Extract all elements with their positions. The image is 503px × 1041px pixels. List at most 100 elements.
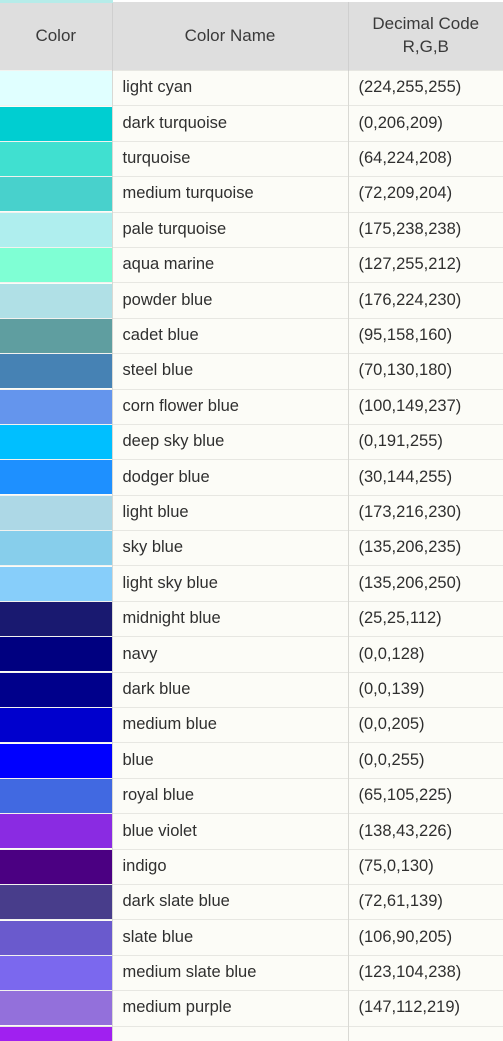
table-body: light cyan (224,255,255) dark turquoise (0,… xyxy=(0,69,503,1041)
color-swatch-cell xyxy=(0,69,113,106)
color-name-cell: medium turquoise xyxy=(112,176,349,213)
color-swatch xyxy=(0,177,111,212)
color-swatch xyxy=(0,460,111,495)
color-name-cell: turquoise xyxy=(112,140,349,177)
color-swatch xyxy=(0,425,111,460)
color-name-cell: medium slate blue xyxy=(112,954,349,991)
decimal-code-cell: (135,206,250) xyxy=(348,565,503,602)
color-name-cell: steel blue xyxy=(112,353,349,390)
table-row: light sky blue (135,206,250) xyxy=(0,565,503,602)
table-row: blue violet (138,43,226) xyxy=(0,813,503,850)
color-swatch-cell xyxy=(0,707,113,743)
color-swatch-cell xyxy=(0,211,113,248)
table-row: medium slate blue (123,104,238) xyxy=(0,954,503,991)
color-swatch xyxy=(0,566,111,601)
color-name-cell: pale turquoise xyxy=(112,211,349,248)
color-swatch-cell xyxy=(0,246,113,283)
color-swatch-cell xyxy=(0,1025,113,1041)
color-swatch xyxy=(0,673,111,707)
table-row: steel blue (70,130,180) xyxy=(0,353,503,390)
decimal-code-cell: (75,0,130) xyxy=(348,848,503,885)
color-swatch xyxy=(0,283,111,318)
decimal-code-cell: (65,105,225) xyxy=(348,777,503,814)
column-header-decimal-code: Decimal Code R,G,B xyxy=(348,1,503,71)
color-swatch-cell xyxy=(0,848,113,885)
color-swatch-cell xyxy=(0,883,113,920)
column-header-color-name: Color Name xyxy=(112,1,349,71)
color-swatch-cell xyxy=(0,990,113,1027)
color-name-cell: light sky blue xyxy=(112,565,349,602)
color-name-cell: blue violet xyxy=(112,813,349,850)
color-name-cell: corn flower blue xyxy=(112,388,349,425)
color-swatch-cell xyxy=(0,317,113,354)
decimal-code-cell: (0,0,205) xyxy=(348,707,503,743)
decimal-code-cell: (0,0,255) xyxy=(348,742,503,779)
decimal-code-cell: (173,216,230) xyxy=(348,494,503,531)
color-swatch xyxy=(0,106,111,141)
color-swatch-cell xyxy=(0,636,113,673)
color-name-cell xyxy=(112,1025,349,1041)
color-swatch-cell xyxy=(0,353,113,390)
color-name-cell: light blue xyxy=(112,494,349,531)
color-swatch xyxy=(0,637,111,672)
color-name-cell: midnight blue xyxy=(112,600,349,637)
color-swatch xyxy=(0,248,111,283)
color-reference-table: Color Color Name Decimal Code R,G,B ligh… xyxy=(0,0,503,1041)
color-swatch-cell xyxy=(0,919,113,956)
decimal-code-cell: (64,224,208) xyxy=(348,140,503,177)
color-swatch xyxy=(0,885,111,920)
color-name-cell: dark turquoise xyxy=(112,105,349,142)
color-swatch-cell xyxy=(0,140,113,177)
decimal-code-cell: (95,158,160) xyxy=(348,317,503,354)
decimal-code-cell: (123,104,238) xyxy=(348,954,503,991)
color-swatch-cell xyxy=(0,954,113,991)
color-swatch xyxy=(0,1027,111,1041)
color-swatch xyxy=(0,390,111,424)
table-row: medium purple (147,112,219) xyxy=(0,990,503,1027)
decimal-code-cell: (72,61,139) xyxy=(348,883,503,920)
color-swatch xyxy=(0,213,111,247)
header-row: Color Color Name Decimal Code R,G,B xyxy=(0,0,503,71)
color-swatch xyxy=(0,602,111,637)
table-row: corn flower blue (100,149,237) xyxy=(0,388,503,425)
color-swatch xyxy=(0,71,111,106)
color-swatch-cell xyxy=(0,282,113,319)
decimal-code-cell: (72,209,204) xyxy=(348,176,503,213)
color-name-cell: indigo xyxy=(112,848,349,885)
color-swatch-cell xyxy=(0,671,113,708)
color-swatch-cell xyxy=(0,494,113,531)
color-swatch xyxy=(0,496,111,530)
column-header-color: Color xyxy=(0,0,113,71)
table-row: blue (0,0,255) xyxy=(0,742,503,779)
decimal-code-cell: (30,144,255) xyxy=(348,459,503,496)
color-swatch xyxy=(0,142,111,176)
table-row: dark turquoise (0,206,209) xyxy=(0,105,503,142)
color-name-cell: slate blue xyxy=(112,919,349,956)
color-name-cell: navy xyxy=(112,636,349,673)
decimal-code-cell: (0,0,128) xyxy=(348,636,503,673)
column-header-decimal-code-line2: R,G,B xyxy=(402,36,449,56)
decimal-code-cell: (25,25,112) xyxy=(348,600,503,637)
decimal-code-cell: (0,206,209) xyxy=(348,105,503,142)
table-row: indigo (75,0,130) xyxy=(0,848,503,885)
color-name-cell: cadet blue xyxy=(112,317,349,354)
color-name-cell: blue xyxy=(112,742,349,779)
color-swatch xyxy=(0,531,111,566)
decimal-code-cell: (175,238,238) xyxy=(348,211,503,248)
color-swatch-cell xyxy=(0,600,113,637)
color-swatch-cell xyxy=(0,813,113,850)
table-row: royal blue (65,105,225) xyxy=(0,777,503,814)
color-swatch-cell xyxy=(0,777,113,814)
table-row: powder blue (176,224,230) xyxy=(0,282,503,319)
color-name-cell: medium blue xyxy=(112,707,349,743)
table-row: slate blue (106,90,205) xyxy=(0,919,503,956)
table-row: turquoise (64,224,208) xyxy=(0,140,503,177)
table-row: medium blue (0,0,205) xyxy=(0,707,503,743)
table-row: deep sky blue (0,191,255) xyxy=(0,423,503,460)
color-swatch-cell xyxy=(0,105,113,142)
table-row: dodger blue (30,144,255) xyxy=(0,459,503,496)
color-name-cell: royal blue xyxy=(112,777,349,814)
color-swatch xyxy=(0,991,111,1026)
color-swatch xyxy=(0,814,111,849)
color-name-cell: dark slate blue xyxy=(112,883,349,920)
